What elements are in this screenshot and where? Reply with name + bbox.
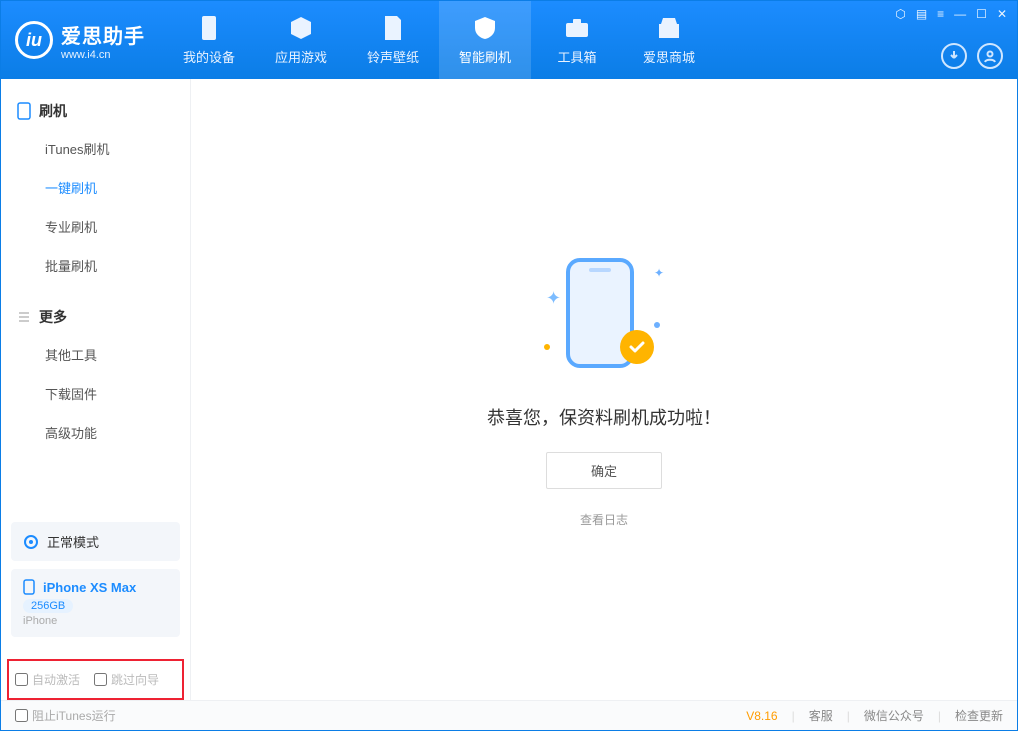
tab-label: 爱思商城 [643, 47, 695, 66]
skip-guide-checkbox[interactable] [94, 673, 107, 686]
wechat-link[interactable]: 微信公众号 [864, 707, 924, 724]
list-icon[interactable]: ▤ [916, 7, 927, 21]
main-content: ✦ ✦ 恭喜您，保资料刷机成功啦！ 确定 查看日志 [191, 79, 1017, 700]
tab-label: 我的设备 [183, 47, 235, 66]
tab-apps[interactable]: 应用游戏 [255, 1, 347, 79]
separator: | [847, 709, 850, 723]
success-illustration: ✦ ✦ [544, 252, 664, 382]
ok-button[interactable]: 确定 [546, 452, 662, 489]
cube-icon [288, 15, 314, 41]
device-capacity: 256GB [23, 599, 73, 613]
separator: | [938, 709, 941, 723]
block-itunes-label: 阻止iTunes运行 [32, 707, 116, 724]
dot-decor [544, 344, 550, 350]
check-badge-icon [620, 330, 654, 364]
list-icon [17, 310, 31, 324]
device-icon [196, 15, 222, 41]
support-link[interactable]: 客服 [809, 707, 833, 724]
device-subtype: iPhone [23, 615, 168, 627]
app-url: www.i4.cn [61, 49, 145, 61]
app-header: iu 爱思助手 www.i4.cn 我的设备 应用游戏 铃声壁纸 智能刷机 工具… [1, 1, 1017, 79]
block-itunes-checkbox[interactable] [15, 709, 28, 722]
shirt-icon[interactable]: ⬡ [895, 7, 905, 21]
logo-text: 爱思助手 www.i4.cn [61, 20, 145, 61]
sidebar-group-title: 更多 [39, 307, 67, 327]
refresh-shield-icon [472, 15, 498, 41]
block-itunes-option[interactable]: 阻止iTunes运行 [15, 707, 116, 724]
store-icon [656, 15, 682, 41]
maximize-button[interactable]: ☐ [976, 7, 987, 21]
sparkle-icon: ✦ [546, 288, 561, 309]
tab-label: 铃声壁纸 [367, 47, 419, 66]
device-mode-card[interactable]: 正常模式 [11, 522, 180, 561]
skip-guide-label: 跳过向导 [111, 671, 159, 688]
sidebar-item-download-fw[interactable]: 下载固件 [1, 374, 190, 413]
sidebar-group-more[interactable]: 更多 [1, 299, 190, 335]
tab-label: 工具箱 [557, 47, 596, 66]
auto-activate-option[interactable]: 自动激活 [15, 671, 80, 688]
phone-icon [23, 579, 35, 595]
device-mode-label: 正常模式 [47, 532, 99, 551]
tab-my-device[interactable]: 我的设备 [163, 1, 255, 79]
sidebar-group-title: 刷机 [39, 101, 67, 121]
tab-label: 智能刷机 [459, 47, 511, 66]
version-label: V8.16 [746, 709, 777, 723]
phone-icon [17, 102, 31, 120]
tab-store[interactable]: 爱思商城 [623, 1, 715, 79]
success-message: 恭喜您，保资料刷机成功啦！ [487, 404, 721, 430]
sidebar-item-other-tools[interactable]: 其他工具 [1, 335, 190, 374]
highlight-options-box: 自动激活 跳过向导 [7, 659, 184, 700]
dot-decor [654, 322, 660, 328]
download-icon [947, 49, 961, 63]
download-button[interactable] [941, 43, 967, 69]
sidebar-item-pro-flash[interactable]: 专业刷机 [1, 207, 190, 246]
tab-label: 应用游戏 [275, 47, 327, 66]
mode-icon [23, 534, 39, 550]
user-icon [983, 49, 997, 63]
skip-guide-option[interactable]: 跳过向导 [94, 671, 159, 688]
device-panel: 正常模式 iPhone XS Max 256GB iPhone [1, 522, 190, 655]
sparkle-icon: ✦ [654, 266, 664, 280]
tab-ringtone[interactable]: 铃声壁纸 [347, 1, 439, 79]
sidebar-item-oneclick-flash[interactable]: 一键刷机 [1, 168, 190, 207]
view-log-link[interactable]: 查看日志 [580, 511, 628, 528]
app-logo: iu 爱思助手 www.i4.cn [1, 1, 163, 79]
tab-flash[interactable]: 智能刷机 [439, 1, 531, 79]
status-bar: 阻止iTunes运行 V8.16 | 客服 | 微信公众号 | 检查更新 [1, 700, 1017, 730]
check-update-link[interactable]: 检查更新 [955, 707, 1003, 724]
window-controls: ⬡ ▤ ≡ ― ☐ ✕ [895, 7, 1007, 21]
app-name: 爱思助手 [61, 20, 145, 49]
device-info-card[interactable]: iPhone XS Max 256GB iPhone [11, 569, 180, 637]
logo-icon: iu [15, 21, 53, 59]
menu-icon[interactable]: ≡ [937, 7, 944, 21]
device-model: iPhone XS Max [43, 580, 136, 595]
sidebar-item-batch-flash[interactable]: 批量刷机 [1, 246, 190, 285]
minimize-button[interactable]: ― [954, 7, 966, 21]
app-body: 刷机 iTunes刷机 一键刷机 专业刷机 批量刷机 更多 其他工具 下载固件 … [1, 79, 1017, 700]
auto-activate-checkbox[interactable] [15, 673, 28, 686]
auto-activate-label: 自动激活 [32, 671, 80, 688]
close-button[interactable]: ✕ [997, 7, 1007, 21]
header-tabs: 我的设备 应用游戏 铃声壁纸 智能刷机 工具箱 爱思商城 [163, 1, 715, 79]
header-right-buttons [941, 43, 1003, 69]
music-file-icon [380, 15, 406, 41]
user-button[interactable] [977, 43, 1003, 69]
sidebar-scroll: 刷机 iTunes刷机 一键刷机 专业刷机 批量刷机 更多 其他工具 下载固件 … [1, 79, 190, 522]
separator: | [792, 709, 795, 723]
sidebar-item-itunes-flash[interactable]: iTunes刷机 [1, 129, 190, 168]
tab-toolbox[interactable]: 工具箱 [531, 1, 623, 79]
sidebar-group-flash[interactable]: 刷机 [1, 93, 190, 129]
sidebar: 刷机 iTunes刷机 一键刷机 专业刷机 批量刷机 更多 其他工具 下载固件 … [1, 79, 191, 700]
sidebar-item-advanced[interactable]: 高级功能 [1, 413, 190, 452]
toolbox-icon [564, 15, 590, 41]
